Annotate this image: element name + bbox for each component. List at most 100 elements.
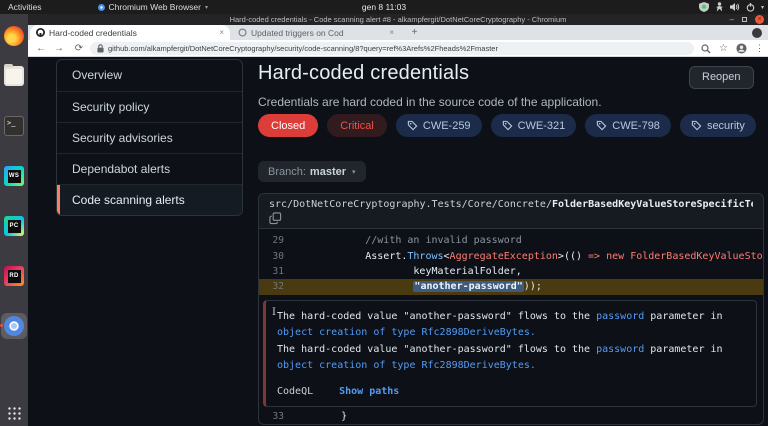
alert-text: parameter in <box>644 344 722 355</box>
alert-text: The hard-coded value "another-password" … <box>277 311 596 322</box>
terminal-icon[interactable]: >_ <box>4 116 24 136</box>
address-bar[interactable]: github.com/alkampfergit/DotNetCoreCrypto… <box>90 42 694 55</box>
branch-selector[interactable]: Branch: master ▾ <box>258 161 366 182</box>
file-path: src/DotNetCoreCryptography.Tests/Core/Co… <box>269 199 753 210</box>
alert-subtitle: Credentials are hard coded in the source… <box>258 95 602 109</box>
code-file-header: src/DotNetCoreCryptography.Tests/Core/Co… <box>259 194 763 229</box>
main-content: Hard-coded credentials Reopen Credential… <box>258 57 768 426</box>
tab-updated-triggers[interactable]: Updated triggers on Cod × <box>232 25 400 40</box>
window-controls: – × <box>730 14 764 25</box>
close-tab-icon[interactable]: × <box>219 28 224 37</box>
github-favicon <box>36 28 45 37</box>
badge-cwe-798[interactable]: CWE-798 <box>585 114 671 137</box>
tab-search-button[interactable] <box>752 28 762 38</box>
line-number[interactable]: 32 <box>259 281 293 292</box>
toolbar-icons: ☆ ⋮ <box>701 42 764 55</box>
bookmark-star-icon[interactable]: ☆ <box>719 42 728 55</box>
code-line-trailing: 33 } <box>259 409 763 424</box>
firefox-icon[interactable] <box>4 26 24 46</box>
code-text: "another-password")); <box>293 281 763 292</box>
url-text: github.com/alkampfergit/DotNetCoreCrypto… <box>108 44 498 53</box>
copy-icon[interactable] <box>269 212 282 225</box>
tag-icon <box>407 120 418 131</box>
tag-icon <box>502 120 513 131</box>
profile-avatar-icon[interactable] <box>736 43 747 54</box>
maximize-button[interactable] <box>742 17 747 22</box>
branch-label: Branch: <box>268 166 306 178</box>
reopen-button[interactable]: Reopen <box>689 66 754 89</box>
text-cursor: I <box>272 307 276 318</box>
activities-button[interactable]: Activities <box>8 2 42 12</box>
show-paths-link[interactable]: Show paths <box>339 386 399 397</box>
accessibility-person-icon <box>715 2 724 12</box>
sidebar-item-security-advisories[interactable]: Security advisories <box>57 122 242 153</box>
badge-closed[interactable]: Closed <box>258 114 318 137</box>
annotation-messages: The hard-coded value "another-password" … <box>277 309 744 375</box>
close-button[interactable]: × <box>755 15 764 24</box>
page-title: Hard-coded credentials <box>258 62 469 85</box>
new-tab-button[interactable]: + <box>408 26 421 39</box>
alert-message: The hard-coded value "another-password" … <box>277 309 744 342</box>
tag-icon <box>691 120 702 131</box>
code-line-32: 32 "another-password")); <box>259 279 763 294</box>
webstorm-icon[interactable]: WS <box>4 166 24 186</box>
sidebar-item-dependabot-alerts[interactable]: Dependabot alerts <box>57 153 242 184</box>
lock-icon <box>97 44 104 53</box>
app-menu[interactable]: Chromium Web Browser ▾ <box>98 2 208 12</box>
line-number[interactable]: 33 <box>259 411 293 422</box>
badge-cwe-259[interactable]: CWE-259 <box>396 114 482 137</box>
alert-link[interactable]: object creation of type Rfc2898DeriveByt… <box>277 327 536 338</box>
rider-icon[interactable]: RD <box>4 266 24 286</box>
pycharm-icon[interactable]: PC <box>4 216 24 236</box>
code-line-31: 31 keyMaterialFolder, <box>259 264 763 279</box>
alert-link[interactable]: object creation of type Rfc2898DeriveByt… <box>277 360 536 371</box>
tab-title: Hard-coded credentials <box>49 28 215 38</box>
alert-text: The hard-coded value "another-password" … <box>277 344 596 355</box>
line-number[interactable]: 30 <box>259 251 293 262</box>
line-number[interactable]: 29 <box>259 235 293 246</box>
files-icon[interactable] <box>4 66 24 86</box>
tab-favicon <box>238 28 247 37</box>
security-sidebar: OverviewSecurity policySecurity advisori… <box>56 59 243 216</box>
system-tray[interactable]: ▾ <box>699 0 764 14</box>
minimize-button[interactable]: – <box>730 16 734 24</box>
chevron-down-icon: ▾ <box>352 168 356 176</box>
browser-menu-icon[interactable]: ⋮ <box>755 42 764 55</box>
badge-critical[interactable]: Critical <box>327 114 387 137</box>
app-grid-icon[interactable] <box>7 406 21 420</box>
sidebar-item-security-policy[interactable]: Security policy <box>57 91 242 122</box>
tab-strip: Hard-coded credentials × Updated trigger… <box>28 25 768 40</box>
tab-hard-coded-credentials[interactable]: Hard-coded credentials × <box>30 25 230 40</box>
sidebar-item-overview[interactable]: Overview <box>57 60 242 91</box>
file-path-prefix: src/DotNetCoreCryptography.Tests/Core/Co… <box>269 199 552 210</box>
github-page: OverviewSecurity policySecurity advisori… <box>28 57 768 426</box>
browser-toolbar: ← → ⟳ github.com/alkampfergit/DotNetCore… <box>28 40 768 57</box>
zoom-icon[interactable] <box>701 44 711 54</box>
annotation-footer: CodeQL Show paths <box>277 386 744 397</box>
alert-annotation: I The hard-coded value "another-password… <box>263 300 757 407</box>
rider-label: RD <box>8 270 21 283</box>
alert-link[interactable]: password <box>596 344 644 355</box>
line-number[interactable]: 31 <box>259 266 293 277</box>
clock[interactable]: gen 8 11:03 <box>362 2 406 12</box>
chromium-icon <box>98 4 105 11</box>
window-titlebar: Hard-coded credentials - Code scanning a… <box>28 14 768 25</box>
running-indicator-dot <box>0 324 3 327</box>
forward-button[interactable]: → <box>52 42 66 55</box>
close-tab-icon[interactable]: × <box>389 28 394 37</box>
alert-link[interactable]: password <box>596 311 644 322</box>
badge-security[interactable]: security <box>680 114 756 137</box>
sidebar-item-code-scanning-alerts[interactable]: Code scanning alerts <box>57 184 242 215</box>
alert-message: The hard-coded value "another-password" … <box>277 342 744 375</box>
code-text: //with an invalid password <box>293 235 763 246</box>
code-line-33: 33 } <box>259 409 763 424</box>
code-line-30: 30 Assert.Throws<AggregateException>(() … <box>259 248 763 263</box>
webstorm-label: WS <box>8 170 21 183</box>
back-button[interactable]: ← <box>34 42 48 55</box>
screen: Activities Chromium Web Browser ▾ gen 8 … <box>0 0 768 426</box>
alert-text: parameter in <box>644 311 722 322</box>
badge-cwe-321[interactable]: CWE-321 <box>491 114 577 137</box>
chromium-dock-icon[interactable] <box>4 316 24 336</box>
reload-button[interactable]: ⟳ <box>72 42 86 55</box>
code-text: keyMaterialFolder, <box>293 266 763 277</box>
